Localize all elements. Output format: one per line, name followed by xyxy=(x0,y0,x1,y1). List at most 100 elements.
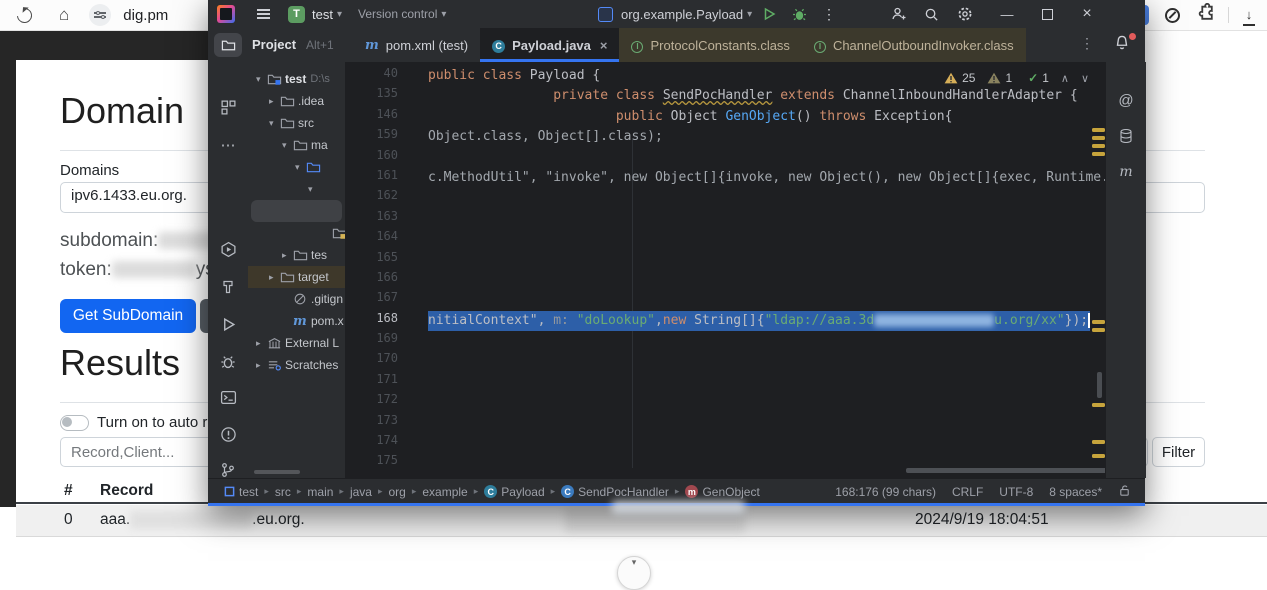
close-tab-icon[interactable]: × xyxy=(600,38,608,53)
minimize-button[interactable]: — xyxy=(994,0,1020,28)
tab-options-icon[interactable]: ⋮ xyxy=(1080,35,1094,52)
tree-item-test[interactable]: ▾testD:\s xyxy=(248,68,345,90)
download-icon[interactable]: ↓ xyxy=(1241,6,1257,24)
chevron-down-icon[interactable]: ▾ xyxy=(308,184,319,195)
code-line-168[interactable]: 168nitialContext", m: "doLookup",new Str… xyxy=(345,311,1105,331)
code-line-172[interactable]: 172 xyxy=(345,392,1105,412)
editor-hscrollbar[interactable] xyxy=(906,468,1105,473)
code-line-164[interactable]: 164 xyxy=(345,229,1105,249)
chevron-right-icon[interactable]: ▸ xyxy=(269,272,280,283)
build-icon[interactable] xyxy=(208,275,248,299)
tree-item[interactable]: ▾ xyxy=(248,178,345,200)
tree-item[interactable] xyxy=(251,200,342,222)
code-line-169[interactable]: 169 xyxy=(345,331,1105,351)
maximize-button[interactable] xyxy=(1034,0,1060,28)
warning-stripe-mark[interactable] xyxy=(1092,440,1105,444)
indent-setting[interactable]: 8 spaces* xyxy=(1049,485,1102,499)
address-url[interactable]: dig.pm xyxy=(123,7,168,24)
inspections-widget[interactable]: 25 1 ✓ 1 ∧ ∨ xyxy=(944,71,1089,85)
tree-item-Scratches[interactable]: ▸Scratches xyxy=(248,354,345,376)
chevron-down-icon[interactable]: ▾ xyxy=(269,118,280,129)
tree-hscrollbar[interactable] xyxy=(254,470,300,474)
file-encoding[interactable]: UTF-8 xyxy=(999,485,1033,499)
code-line-167[interactable]: 167 xyxy=(345,290,1105,310)
caret-position[interactable]: 168:176 (99 chars) xyxy=(835,485,936,499)
code-line-135[interactable]: 135 private class SendPocHandler extends… xyxy=(345,86,1105,106)
more-actions-icon[interactable]: ⋮ xyxy=(816,0,842,28)
code-editor[interactable]: 40public class Payload {135 private clas… xyxy=(345,62,1105,478)
site-info-icon[interactable] xyxy=(89,4,111,26)
code-line-160[interactable]: 160 xyxy=(345,148,1105,168)
notifications-bell-icon[interactable] xyxy=(1113,34,1137,56)
maven-tool-icon[interactable]: m xyxy=(1106,160,1146,184)
debug-icon[interactable] xyxy=(208,350,248,374)
settings-gear-icon[interactable] xyxy=(952,0,978,28)
code-line-146[interactable]: 146 public Object GenObject() throws Exc… xyxy=(345,107,1105,127)
project-toolwindow-button[interactable] xyxy=(214,33,242,57)
tree-item[interactable]: ▾ xyxy=(248,156,345,178)
warning-stripe-mark[interactable] xyxy=(1092,136,1105,140)
vcs-widget[interactable]: Version control xyxy=(358,7,437,21)
editor-scrollbar-thumb[interactable] xyxy=(1097,372,1102,398)
ide-titlebar[interactable]: T test ▾ Version control ▾ org.example.P… xyxy=(208,0,1145,28)
tree-item-ma[interactable]: ▾ma xyxy=(248,134,345,156)
terminal-icon[interactable] xyxy=(208,385,248,409)
code-line-166[interactable]: 166 xyxy=(345,270,1105,290)
chevron-right-icon[interactable]: ▸ xyxy=(282,250,293,261)
project-name[interactable]: test xyxy=(312,7,333,22)
warning-stripe-mark[interactable] xyxy=(1092,144,1105,148)
next-problem-icon[interactable]: ∨ xyxy=(1081,72,1089,85)
more-icon[interactable]: ⋯ xyxy=(208,133,248,157)
tab-pom-xml-test-[interactable]: mpom.xml (test) xyxy=(353,28,480,62)
chevron-right-icon[interactable]: ▸ xyxy=(256,360,267,371)
breadcrumb-payload[interactable]: ▸CPayload xyxy=(468,485,545,499)
chevron-down-icon[interactable]: ▾ xyxy=(256,74,267,85)
warning-stripe-mark[interactable] xyxy=(1092,328,1105,332)
code-line-163[interactable]: 163 xyxy=(345,209,1105,229)
chevron-right-icon[interactable]: ▸ xyxy=(256,338,267,349)
tree-item-target[interactable]: ▸target xyxy=(248,266,345,288)
tree-item-idea[interactable]: ▸.idea xyxy=(248,90,345,112)
code-line-165[interactable]: 165 xyxy=(345,250,1105,270)
debug-button[interactable] xyxy=(786,0,812,28)
run-button[interactable] xyxy=(756,0,782,28)
extensions-icon[interactable] xyxy=(1197,3,1216,27)
tab-protocolconstants-class[interactable]: IProtocolConstants.class xyxy=(619,28,801,62)
breadcrumb-example[interactable]: ▸example xyxy=(406,485,468,499)
tree-item-src[interactable]: ▾src xyxy=(248,112,345,134)
get-subdomain-button[interactable]: Get SubDomain xyxy=(60,299,196,333)
breadcrumb-sendpochandler[interactable]: ▸CSendPocHandler xyxy=(545,485,669,499)
chevron-right-icon[interactable]: ▸ xyxy=(269,96,280,107)
code-line-170[interactable]: 170 xyxy=(345,351,1105,371)
breadcrumb-org[interactable]: ▸org xyxy=(372,485,406,499)
prev-problem-icon[interactable]: ∧ xyxy=(1061,72,1069,85)
tree-item-ExternalL[interactable]: ▸External L xyxy=(248,332,345,354)
line-ending[interactable]: CRLF xyxy=(952,485,983,499)
ai-assistant-icon[interactable]: @ xyxy=(1106,88,1146,112)
tab-payload-java[interactable]: CPayload.java× xyxy=(480,28,619,62)
chevron-down-icon[interactable]: ▾ xyxy=(282,140,293,151)
breadcrumb-main[interactable]: ▸main xyxy=(291,485,334,499)
breadcrumb-test[interactable]: test xyxy=(224,485,258,499)
chevron-down-icon[interactable]: ▾ xyxy=(295,162,306,173)
run-icon[interactable] xyxy=(208,312,248,336)
warning-stripe-mark[interactable] xyxy=(1092,403,1105,407)
code-line-173[interactable]: 173 xyxy=(345,413,1105,433)
scroll-down-fab[interactable]: ▾ xyxy=(617,556,651,590)
database-icon[interactable] xyxy=(1106,124,1146,148)
content-blocker-icon[interactable] xyxy=(1165,8,1180,23)
warning-stripe-mark[interactable] xyxy=(1092,320,1105,324)
services-icon[interactable] xyxy=(208,237,248,261)
tree-item-tes[interactable]: ▸tes xyxy=(248,244,345,266)
code-line-174[interactable]: 174 xyxy=(345,433,1105,453)
code-line-161[interactable]: 161c.MethodUtil", "invoke", new Object[]… xyxy=(345,168,1105,188)
code-line-171[interactable]: 171 xyxy=(345,372,1105,392)
run-configuration[interactable]: org.example.Payload ▾ xyxy=(598,0,752,28)
tree-item-gitign[interactable]: .gitign xyxy=(248,288,345,310)
tree-item-pomx[interactable]: mpom.x xyxy=(248,310,345,332)
breadcrumb-genobject[interactable]: ▸mGenObject xyxy=(669,485,760,499)
home-icon[interactable]: ⌂ xyxy=(59,5,69,25)
main-menu-icon[interactable] xyxy=(257,7,270,21)
code-with-me-icon[interactable] xyxy=(886,0,912,28)
warning-stripe-mark[interactable] xyxy=(1092,152,1105,156)
